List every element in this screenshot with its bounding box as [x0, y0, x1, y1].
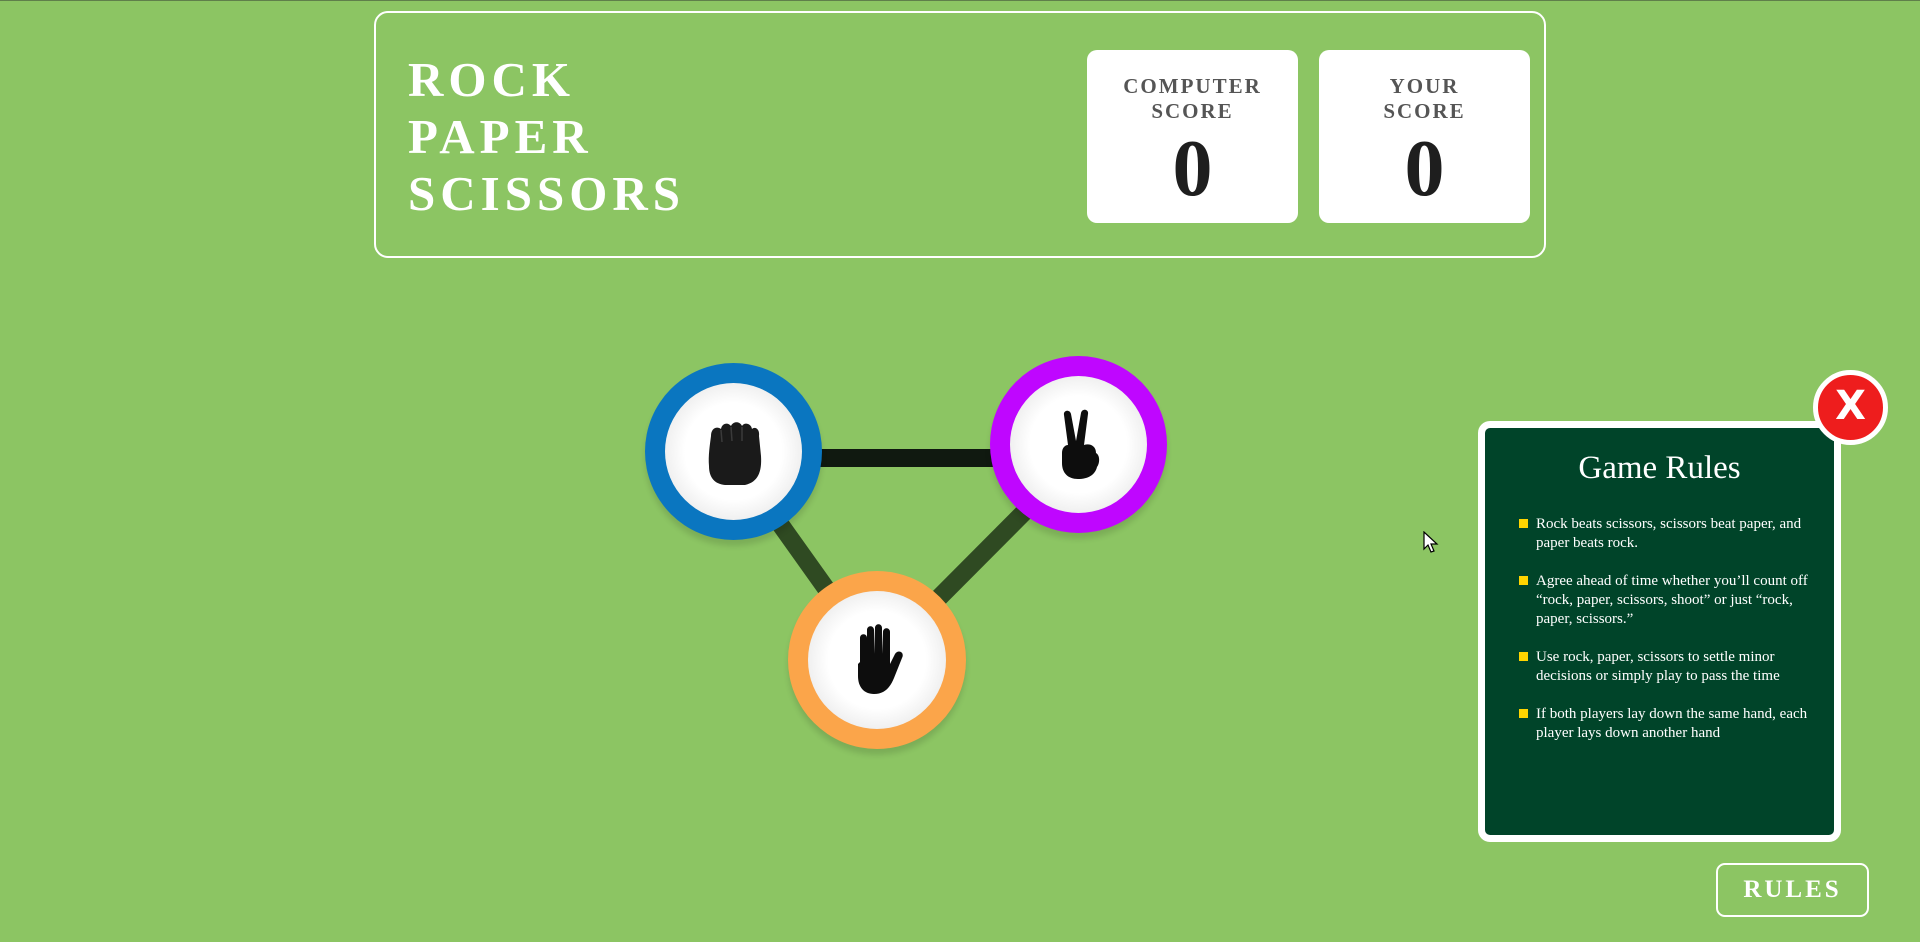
rule-item: Agree ahead of time whether you’ll count… — [1519, 572, 1820, 629]
close-icon: X — [1835, 383, 1866, 429]
header-panel: ROCK PAPER SCISSORS COMPUTER SCORE 0 YOU… — [374, 11, 1546, 258]
top-border-line — [0, 0, 1920, 1]
scissors-choice-inner — [1010, 376, 1147, 513]
rule-text: If both players lay down the same hand, … — [1536, 706, 1808, 741]
rules-title: Game Rules — [1578, 450, 1741, 486]
rule-text: Agree ahead of time whether you’ll count… — [1536, 573, 1808, 627]
your-score-label-line1: YOUR — [1389, 74, 1460, 98]
rule-item: Rock beats scissors, scissors beat paper… — [1519, 515, 1820, 553]
computer-score-label-line2: SCORE — [1151, 99, 1234, 123]
computer-score-card: COMPUTER SCORE 0 — [1087, 50, 1298, 223]
computer-score-value: 0 — [1172, 125, 1213, 213]
rule-text: Rock beats scissors, scissors beat paper… — [1536, 516, 1802, 551]
game-title: ROCK PAPER SCISSORS — [408, 51, 685, 222]
bullet-square-icon — [1519, 652, 1528, 661]
mouse-cursor-icon — [1423, 531, 1439, 553]
bullet-square-icon — [1519, 709, 1528, 718]
rules-button[interactable]: RULES — [1716, 863, 1869, 917]
rule-text: Use rock, paper, scissors to settle mino… — [1536, 649, 1780, 684]
your-score-label: YOUR SCORE — [1319, 74, 1530, 124]
paper-choice-button[interactable] — [788, 571, 966, 749]
rule-item: If both players lay down the same hand, … — [1519, 705, 1820, 743]
bullet-square-icon — [1519, 576, 1528, 585]
title-line-paper: PAPER — [408, 109, 593, 164]
rock-choice-button[interactable] — [645, 363, 822, 540]
paper-choice-inner — [808, 591, 946, 729]
your-score-card: YOUR SCORE 0 — [1319, 50, 1530, 223]
rules-panel: Game Rules Rock beats scissors, scissors… — [1478, 421, 1841, 842]
rules-list: Rock beats scissors, scissors beat paper… — [1485, 515, 1834, 743]
your-score-value: 0 — [1404, 125, 1445, 213]
title-line-rock: ROCK — [408, 52, 575, 107]
scissors-choice-button[interactable] — [990, 356, 1167, 533]
bullet-square-icon — [1519, 519, 1528, 528]
your-score-label-line2: SCORE — [1383, 99, 1466, 123]
computer-score-label: COMPUTER SCORE — [1087, 74, 1298, 124]
rock-choice-inner — [665, 383, 802, 520]
title-line-scissors: SCISSORS — [408, 166, 685, 221]
computer-score-label-line1: COMPUTER — [1123, 74, 1262, 98]
fist-icon — [708, 421, 761, 485]
peace-hand-icon — [1061, 409, 1099, 479]
rule-item: Use rock, paper, scissors to settle mino… — [1519, 648, 1820, 686]
open-hand-icon — [858, 624, 903, 694]
close-rules-button[interactable]: X — [1813, 370, 1888, 445]
